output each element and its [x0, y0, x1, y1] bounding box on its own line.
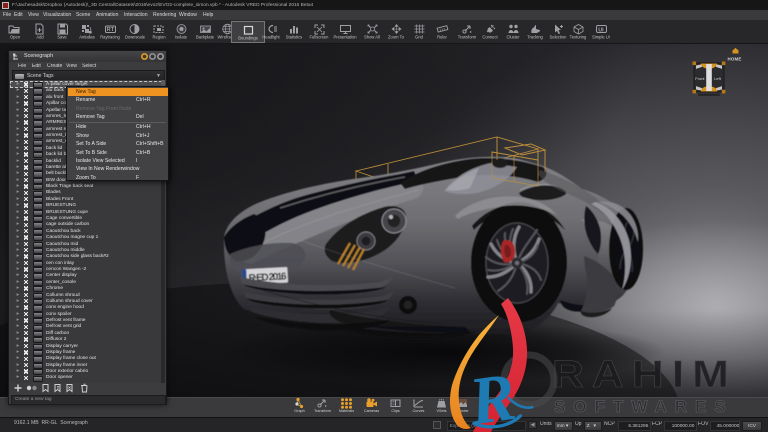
svg-text:RT: RT — [106, 27, 114, 33]
svg-text:Front: Front — [695, 76, 705, 81]
svg-text:UI: UI — [598, 27, 604, 33]
svg-text:HOME: HOME — [728, 57, 742, 62]
svg-text:Left: Left — [714, 76, 722, 81]
